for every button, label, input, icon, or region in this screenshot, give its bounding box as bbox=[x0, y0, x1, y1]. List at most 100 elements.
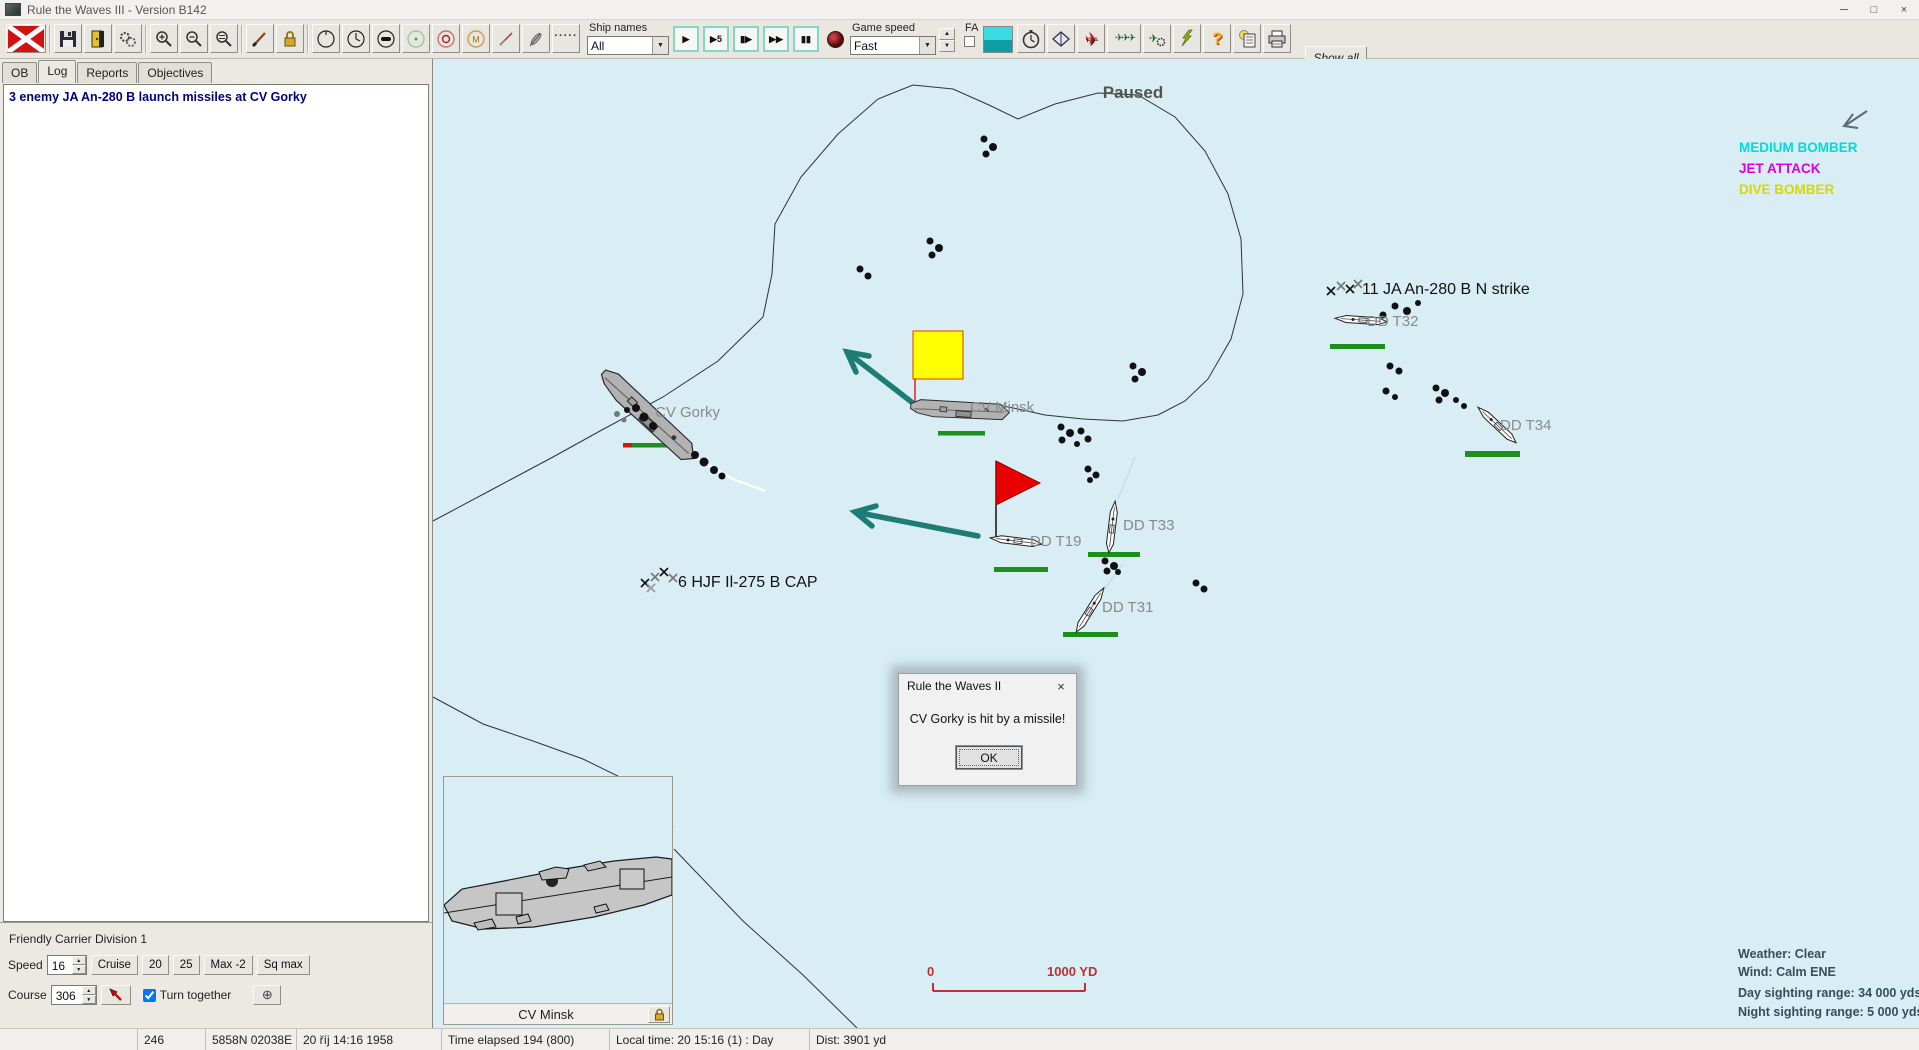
red-o-circle-button[interactable] bbox=[432, 24, 460, 53]
spinner-up-icon[interactable]: ▲ bbox=[81, 986, 96, 995]
game-speed-spinner[interactable]: ▲ ▼ bbox=[939, 28, 955, 52]
lightning-button[interactable] bbox=[1173, 24, 1202, 53]
pause-icon: ▮▮ bbox=[801, 33, 811, 44]
dialog-ok-button[interactable]: OK bbox=[956, 746, 1022, 769]
print-button[interactable] bbox=[1263, 24, 1292, 53]
speed-max-2-button[interactable]: Max -2 bbox=[203, 955, 253, 975]
spinner-down-icon[interactable]: ▼ bbox=[71, 965, 86, 974]
weather-condition: Weather: Clear bbox=[1738, 947, 1826, 961]
lock-icon bbox=[284, 31, 296, 47]
dots-button[interactable]: ····· bbox=[552, 24, 580, 53]
stopwatch-button[interactable] bbox=[1017, 24, 1046, 53]
spinner-up-icon[interactable]: ▲ bbox=[71, 956, 86, 965]
ship-names-dropdown[interactable]: All ▼ bbox=[587, 36, 669, 55]
settings-gears-button[interactable] bbox=[114, 24, 142, 53]
formation-circle-button[interactable] bbox=[312, 24, 340, 53]
turn-together-checkbox[interactable] bbox=[142, 988, 156, 1002]
speed-sq-max-button[interactable]: Sq max bbox=[256, 955, 310, 975]
time-circle-button[interactable] bbox=[342, 24, 370, 53]
fast-forward-button[interactable]: ▶▶ bbox=[763, 26, 789, 52]
contact-dots-faded bbox=[614, 411, 627, 423]
status-cell-distance: Dist: 3901 yd bbox=[809, 1029, 1012, 1050]
air-attack-button[interactable]: ✈ bbox=[1077, 24, 1106, 53]
pause-button[interactable]: ▮▮ bbox=[793, 26, 819, 52]
lock-view-button[interactable] bbox=[276, 24, 304, 53]
question-icon: ? bbox=[1212, 28, 1223, 48]
red-flag[interactable] bbox=[995, 460, 1042, 506]
clock-icon bbox=[347, 29, 365, 48]
stop-circle-button[interactable] bbox=[372, 24, 400, 53]
speed-value: 16 bbox=[51, 959, 66, 973]
ship-names-label: Ship names bbox=[589, 22, 648, 34]
green-circle-button[interactable] bbox=[402, 24, 430, 53]
bearing-line-button[interactable] bbox=[492, 24, 520, 53]
dropdown-arrow-icon[interactable]: ▼ bbox=[919, 37, 935, 54]
formation-compass-button[interactable]: ⊕ bbox=[253, 985, 282, 1005]
speed-stepper[interactable]: 16 ▲ ▼ bbox=[46, 955, 87, 975]
feather-icon bbox=[529, 32, 542, 46]
naval-flag-button[interactable]: ★ bbox=[6, 24, 46, 53]
spinner-down-icon[interactable]: ▼ bbox=[939, 40, 955, 52]
exit-door-button[interactable] bbox=[84, 24, 112, 53]
legend-jet-attack: JET ATTACK bbox=[1739, 161, 1821, 176]
dialog-title: Rule the Waves II bbox=[907, 679, 1002, 693]
ship-viewer-canvas bbox=[444, 777, 672, 1003]
wind-arrow-icon bbox=[1842, 110, 1868, 129]
fa-checkbox[interactable] bbox=[964, 36, 975, 47]
minimize-button[interactable]: ─ bbox=[1829, 0, 1859, 20]
play-step-button[interactable]: ▮▶ bbox=[733, 26, 759, 52]
zoom-extents-button[interactable] bbox=[210, 24, 238, 53]
ship-dd-t33[interactable] bbox=[1104, 500, 1120, 554]
tab-log[interactable]: Log bbox=[38, 60, 77, 83]
spinner-up-icon[interactable]: ▲ bbox=[939, 28, 955, 40]
dialog-close-button[interactable]: × bbox=[1046, 674, 1076, 698]
viewer-lock-button[interactable] bbox=[648, 1005, 670, 1023]
zoom-out-button[interactable] bbox=[180, 24, 208, 53]
m-circle-icon: M bbox=[467, 29, 485, 48]
tab-reports[interactable]: Reports bbox=[77, 62, 138, 83]
save-button[interactable] bbox=[54, 24, 82, 53]
speed-20-button[interactable]: 20 bbox=[141, 955, 169, 975]
report-icon bbox=[1239, 30, 1256, 48]
m-circle-button[interactable]: M bbox=[462, 24, 490, 53]
report-button[interactable] bbox=[1233, 24, 1262, 53]
dropdown-arrow-icon[interactable]: ▼ bbox=[652, 37, 668, 54]
close-button[interactable]: × bbox=[1889, 0, 1919, 20]
speed-25-button[interactable]: 25 bbox=[172, 955, 200, 975]
game-speed-dropdown[interactable]: Fast ▼ bbox=[850, 36, 936, 55]
zoom-in-button[interactable] bbox=[150, 24, 178, 53]
log-entry[interactable]: 3 enemy JA An-280 B launch missiles at C… bbox=[9, 89, 423, 105]
air-ops-settings-button[interactable]: ✈ bbox=[1143, 24, 1172, 53]
status-bar: 246 5858N 02038E 20 říj 14:16 1958 Time … bbox=[0, 1028, 1919, 1050]
course-label: Course bbox=[8, 988, 47, 1002]
app-window: Rule the Waves III - Version B142 ─ □ × … bbox=[0, 0, 1919, 1050]
red-line-icon bbox=[499, 31, 513, 46]
weather-night-range: Night sighting range: 5 000 yds bbox=[1738, 1005, 1919, 1019]
status-cell-elapsed: Time elapsed 194 (800) bbox=[441, 1029, 609, 1050]
save-icon bbox=[60, 30, 76, 47]
window-title: Rule the Waves III - Version B142 bbox=[27, 2, 207, 17]
help-button[interactable]: ? bbox=[1203, 24, 1232, 53]
log-list[interactable]: 3 enemy JA An-280 B launch missiles at C… bbox=[3, 84, 429, 922]
set-course-button[interactable] bbox=[100, 985, 131, 1005]
maximize-button[interactable]: □ bbox=[1859, 0, 1889, 20]
objective-flag-yellow[interactable] bbox=[912, 330, 964, 380]
air-formation-button[interactable]: ✈✈✈ bbox=[1107, 24, 1142, 53]
tab-ob[interactable]: OB bbox=[2, 62, 38, 83]
sea-color-swatch[interactable] bbox=[983, 26, 1014, 53]
zoom-extents-icon bbox=[216, 30, 232, 47]
course-stepper[interactable]: 306 ▲ ▼ bbox=[50, 985, 97, 1005]
sidebar-tabs: OB Log Reports Objectives bbox=[2, 60, 213, 83]
feather-button[interactable] bbox=[522, 24, 550, 53]
draw-brush-button[interactable] bbox=[246, 24, 274, 53]
svg-text:M: M bbox=[472, 34, 480, 44]
red-plane-icon: ✈ bbox=[1084, 30, 1099, 48]
spinner-down-icon[interactable]: ▼ bbox=[81, 995, 96, 1004]
log-book-button[interactable] bbox=[1047, 24, 1076, 53]
brush-icon bbox=[251, 31, 266, 47]
ship-viewer-panel[interactable]: CV Minsk bbox=[443, 776, 673, 1025]
play-5-button[interactable]: ▶5 bbox=[703, 26, 729, 52]
tab-objectives[interactable]: Objectives bbox=[138, 62, 213, 83]
play-button[interactable]: ▶ bbox=[673, 26, 699, 52]
speed-cruise-button[interactable]: Cruise bbox=[90, 955, 138, 975]
